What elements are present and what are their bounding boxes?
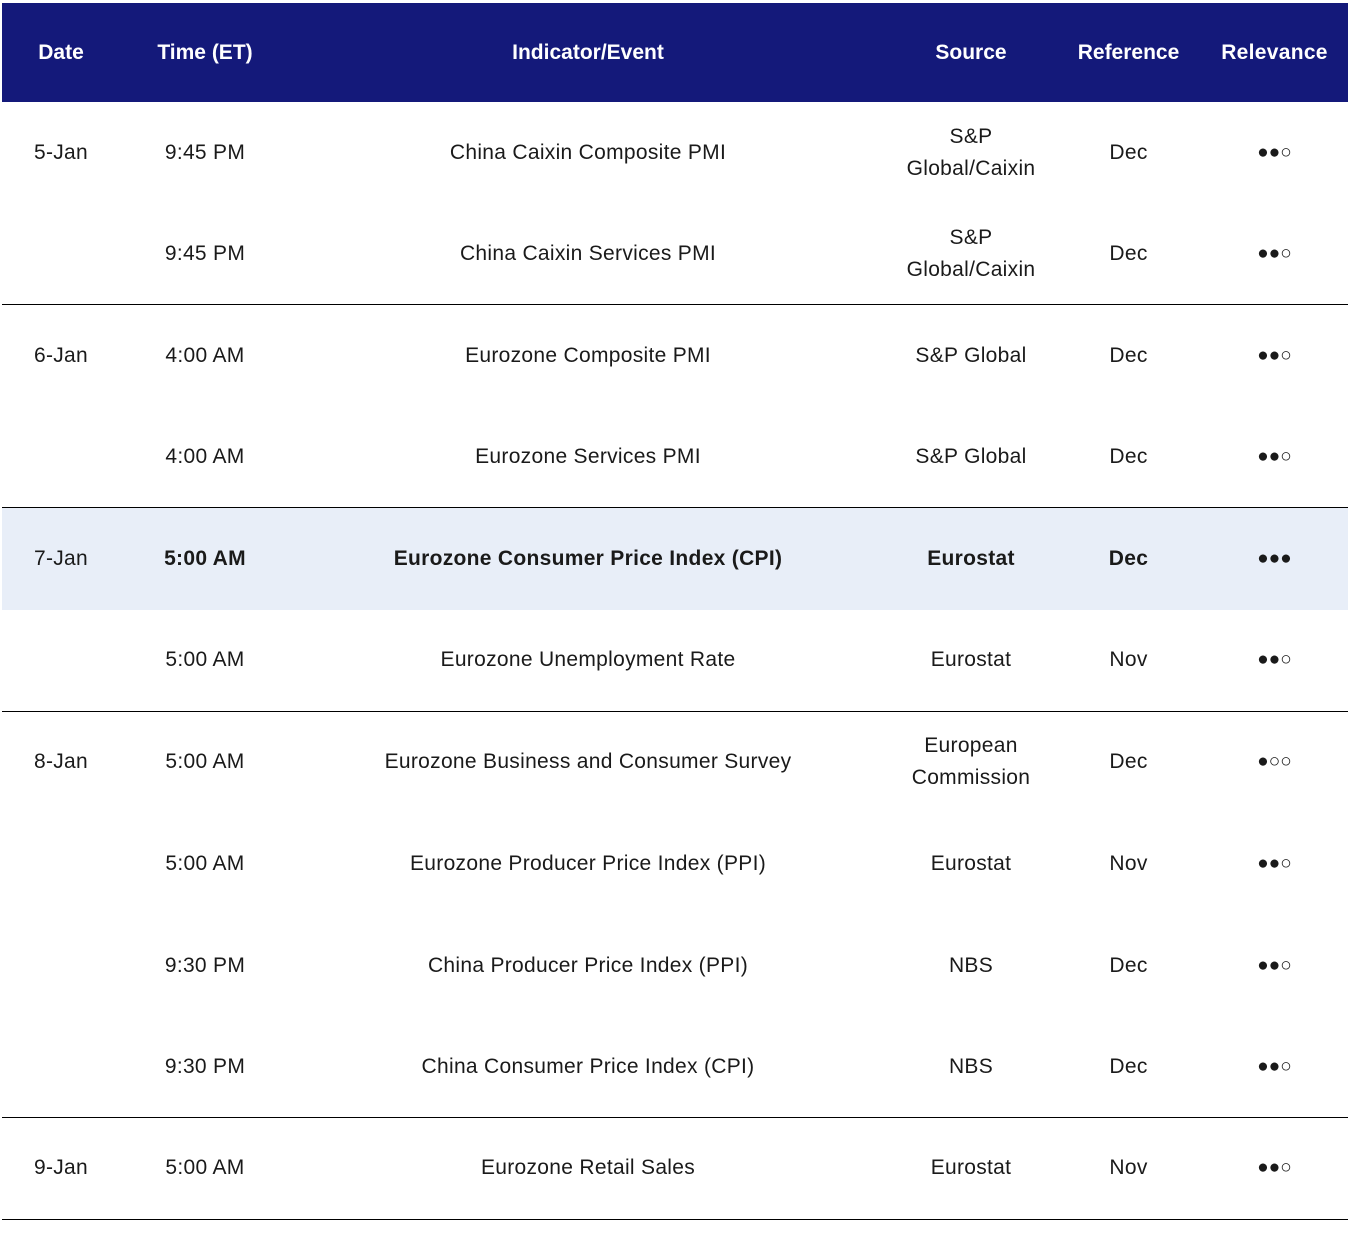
table-row: 9:45 PM China Caixin Services PMI S&P Gl… bbox=[2, 204, 1348, 306]
relevance-dots-icon: ●●○ bbox=[1257, 954, 1292, 976]
relevance-dots-icon: ●●○ bbox=[1257, 242, 1292, 264]
row-indicator: Eurozone Producer Price Index (PPI) bbox=[410, 851, 766, 875]
row-time: 4:00 AM bbox=[165, 445, 245, 469]
row-indicator: Eurozone Services PMI bbox=[475, 445, 701, 469]
header-time: Time (ET) bbox=[157, 40, 253, 64]
row-indicator: China Producer Price Index (PPI) bbox=[427, 953, 749, 977]
row-date: 6-Jan bbox=[33, 343, 89, 367]
row-indicator: Eurozone Retail Sales bbox=[480, 1156, 696, 1180]
table-row: 8-Jan 5:00 AM Eurozone Business and Cons… bbox=[2, 712, 1348, 814]
row-source: Eurostat bbox=[930, 1156, 1012, 1180]
row-date: 8-Jan bbox=[33, 750, 89, 774]
row-source: Eurostat bbox=[927, 547, 1015, 571]
row-date: 7-Jan bbox=[33, 547, 89, 571]
table-header: Date Time (ET) Indicator/Event Source Re… bbox=[2, 3, 1348, 102]
relevance-dots-icon: ●○○ bbox=[1257, 751, 1292, 773]
row-reference: Nov bbox=[1109, 648, 1148, 672]
relevance-dots-icon: ●●○ bbox=[1257, 344, 1292, 366]
row-source: NBS bbox=[948, 953, 994, 977]
row-time: 4:00 AM bbox=[165, 343, 245, 367]
row-time: 9:30 PM bbox=[164, 953, 246, 977]
table-row: 4:00 AM Eurozone Services PMI S&P Global… bbox=[2, 407, 1348, 509]
row-reference: Nov bbox=[1109, 851, 1148, 875]
row-reference: Dec bbox=[1108, 547, 1149, 571]
row-source: European Commission bbox=[911, 734, 1031, 790]
table-row: 9:30 PM China Producer Price Index (PPI)… bbox=[2, 915, 1348, 1017]
row-time: 5:00 AM bbox=[165, 1156, 245, 1180]
row-indicator: China Caixin Composite PMI bbox=[449, 140, 727, 164]
row-time: 5:00 AM bbox=[165, 851, 245, 875]
relevance-dots-icon: ●●● bbox=[1257, 548, 1292, 570]
row-indicator: China Caixin Services PMI bbox=[459, 241, 717, 265]
header-indicator: Indicator/Event bbox=[512, 40, 664, 64]
row-reference: Nov bbox=[1109, 1156, 1148, 1180]
row-indicator: Eurozone Consumer Price Index (CPI) bbox=[393, 547, 783, 571]
header-date: Date bbox=[38, 40, 84, 64]
economic-calendar-table: Date Time (ET) Indicator/Event Source Re… bbox=[2, 3, 1348, 1220]
row-reference: Dec bbox=[1109, 343, 1148, 367]
relevance-dots-icon: ●●○ bbox=[1257, 446, 1292, 468]
row-time: 9:45 PM bbox=[164, 241, 246, 265]
table-row: 5-Jan 9:45 PM China Caixin Composite PMI… bbox=[2, 102, 1348, 204]
row-reference: Dec bbox=[1109, 140, 1148, 164]
table-row: 5:00 AM Eurozone Producer Price Index (P… bbox=[2, 813, 1348, 915]
row-source: S&P Global bbox=[915, 445, 1027, 469]
row-reference: Dec bbox=[1109, 953, 1148, 977]
row-date: 9-Jan bbox=[33, 1156, 89, 1180]
header-source: Source bbox=[935, 40, 1007, 64]
relevance-dots-icon: ●●○ bbox=[1257, 852, 1292, 874]
row-indicator: Eurozone Business and Consumer Survey bbox=[384, 750, 792, 774]
row-time: 5:00 AM bbox=[165, 750, 245, 774]
relevance-dots-icon: ●●○ bbox=[1257, 141, 1292, 163]
row-source: Eurostat bbox=[930, 851, 1012, 875]
relevance-dots-icon: ●●○ bbox=[1257, 649, 1292, 671]
table-row: 5:00 AM Eurozone Unemployment Rate Euros… bbox=[2, 610, 1348, 712]
row-source: NBS bbox=[948, 1054, 994, 1078]
row-reference: Dec bbox=[1109, 445, 1148, 469]
header-reference: Reference bbox=[1077, 40, 1180, 64]
relevance-dots-icon: ●●○ bbox=[1257, 1055, 1292, 1077]
table-row: 6-Jan 4:00 AM Eurozone Composite PMI S&P… bbox=[2, 305, 1348, 407]
row-source: S&P Global/Caixin bbox=[906, 124, 1036, 180]
row-indicator: Eurozone Composite PMI bbox=[465, 343, 711, 367]
table-row: 9:30 PM China Consumer Price Index (CPI)… bbox=[2, 1016, 1348, 1118]
row-reference: Dec bbox=[1109, 750, 1148, 774]
header-relevance: Relevance bbox=[1221, 40, 1328, 64]
table-row-highlighted: 7-Jan 5:00 AM Eurozone Consumer Price In… bbox=[2, 508, 1348, 610]
row-time: 9:45 PM bbox=[164, 140, 246, 164]
row-date: 5-Jan bbox=[33, 140, 89, 164]
row-reference: Dec bbox=[1109, 1054, 1148, 1078]
row-reference: Dec bbox=[1109, 241, 1148, 265]
table-row: 9-Jan 5:00 AM Eurozone Retail Sales Euro… bbox=[2, 1118, 1348, 1220]
row-source: S&P Global/Caixin bbox=[906, 225, 1036, 281]
row-time: 5:00 AM bbox=[165, 648, 245, 672]
relevance-dots-icon: ●●○ bbox=[1257, 1157, 1292, 1179]
row-indicator: China Consumer Price Index (CPI) bbox=[421, 1054, 755, 1078]
row-indicator: Eurozone Unemployment Rate bbox=[440, 648, 736, 672]
row-source: Eurostat bbox=[930, 648, 1012, 672]
row-time: 5:00 AM bbox=[164, 547, 246, 571]
row-time: 9:30 PM bbox=[164, 1054, 246, 1078]
row-source: S&P Global bbox=[915, 343, 1027, 367]
